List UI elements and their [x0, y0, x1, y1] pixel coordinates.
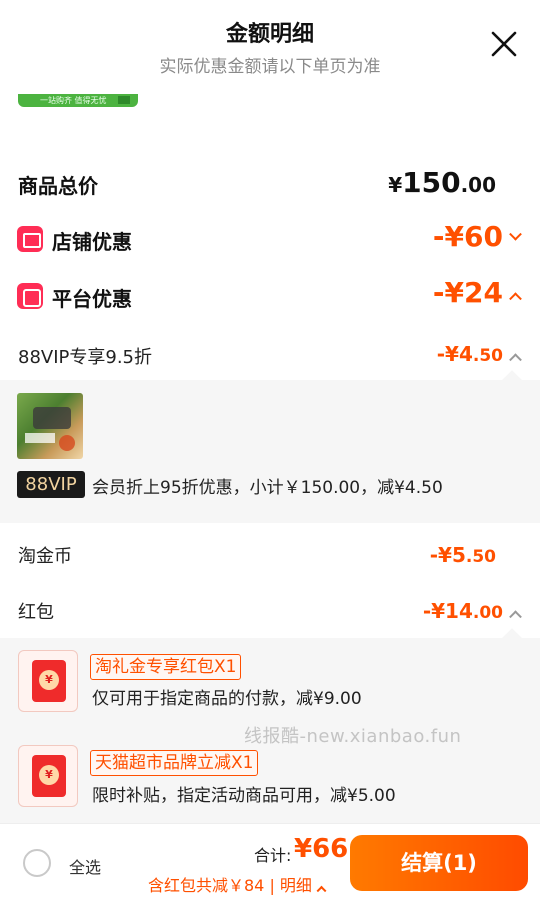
savings-note-text: 含红包共减￥84 | 明细 — [148, 876, 312, 895]
coins-amount: -¥5.50 — [430, 543, 496, 567]
sheet-title: 金额明细 — [225, 22, 314, 47]
red-packet-card: ¥ — [18, 650, 78, 712]
red-packet-icon: ¥ — [32, 755, 66, 797]
subtotal-integer: 150 — [402, 166, 461, 199]
shop-discount-value: -¥60 — [432, 220, 503, 253]
vip-badge: 88VIP — [17, 471, 85, 498]
chevron-up-icon — [509, 610, 522, 624]
subtotal-row: 商品总价 ¥150.00 — [0, 166, 540, 206]
chevron-up-icon — [316, 885, 327, 896]
coupon-desc: 仅可用于指定商品的付款，减¥9.00 — [92, 689, 362, 709]
platform-discount-value: -¥24 — [432, 276, 503, 309]
platform-discount-amount: -¥24 — [432, 276, 522, 309]
shop-discount-amount: -¥60 — [432, 220, 522, 253]
radio-icon[interactable] — [23, 849, 51, 877]
close-icon[interactable] — [488, 28, 520, 60]
banner-sliver-badge — [118, 96, 130, 104]
vip-discount-label: 88VIP专享9.5折 — [18, 347, 153, 368]
shop-discount-label: 店铺优惠 — [52, 230, 132, 254]
shop-discount-row[interactable]: 店铺优惠 -¥60 — [0, 220, 540, 260]
coupon-desc: 限时补贴，指定活动商品可用，减¥5.00 — [92, 786, 396, 806]
shop-icon — [17, 226, 43, 252]
watermark: 线报酷-new.xianbao.fun — [244, 726, 462, 747]
coins-amount-dec: .50 — [465, 547, 496, 567]
coupon-tag: 淘礼金专享红包X1 — [90, 654, 242, 680]
chevron-up-icon — [509, 291, 522, 305]
total-label: 合计: — [254, 846, 292, 865]
coins-amount-main: -¥5 — [429, 543, 466, 567]
subtotal-decimal: .00 — [460, 173, 496, 197]
sheet-header: 金额明细 实际优惠金额请以下单页为准 — [0, 0, 540, 84]
subtotal-currency: ¥ — [388, 173, 403, 197]
checkout-bar: 全选 合计: ¥66 含红包共减￥84 | 明细 结算(1) — [0, 823, 540, 900]
platform-icon — [17, 283, 43, 309]
red-packet-amount: -¥14.00 — [422, 599, 522, 624]
chevron-down-icon — [509, 227, 522, 241]
banner-sliver-text: 一站购齐 值得无忧 — [40, 96, 107, 105]
vip-amount-main: -¥4 — [436, 342, 473, 366]
platform-discount-row[interactable]: 平台优惠 -¥24 — [0, 276, 540, 316]
subtotal-label: 商品总价 — [18, 174, 98, 198]
banner-sliver: 一站购齐 值得无忧 — [18, 94, 138, 107]
red-packet-label: 红包 — [18, 602, 54, 623]
sheet-subtitle: 实际优惠金额请以下单页为准 — [159, 57, 381, 77]
chevron-up-icon — [509, 353, 522, 367]
subtotal-amount: ¥150.00 — [388, 166, 496, 199]
vip-amount-dec: .50 — [472, 346, 503, 366]
savings-detail-link[interactable]: 含红包共减￥84 | 明细 — [148, 872, 327, 896]
red-packet-amount-main: -¥14 — [422, 599, 473, 623]
panel-notch — [502, 628, 522, 648]
platform-discount-label: 平台优惠 — [52, 287, 132, 311]
vip-discount-row[interactable]: 88VIP专享9.5折 -¥4.50 — [0, 340, 540, 374]
red-packet-icon: ¥ — [32, 660, 66, 702]
total-amount: ¥66 — [294, 834, 349, 864]
coins-row: 淘金币 -¥5.50 — [0, 538, 540, 572]
checkout-button[interactable]: 结算(1) — [350, 835, 528, 891]
select-all-label[interactable]: 全选 — [69, 854, 101, 878]
red-packet-card: ¥ — [18, 745, 78, 807]
vip-discount-amount: -¥4.50 — [436, 342, 522, 367]
vip-detail-text: 会员折上95折优惠，小计￥150.00，减¥4.50 — [92, 478, 443, 498]
red-packet-amount-dec: .00 — [472, 603, 503, 623]
coins-label: 淘金币 — [18, 546, 72, 567]
product-thumbnail — [17, 393, 83, 459]
coupon-tag: 天猫超市品牌立减X1 — [90, 750, 259, 776]
red-packet-row[interactable]: 红包 -¥14.00 — [0, 594, 540, 628]
